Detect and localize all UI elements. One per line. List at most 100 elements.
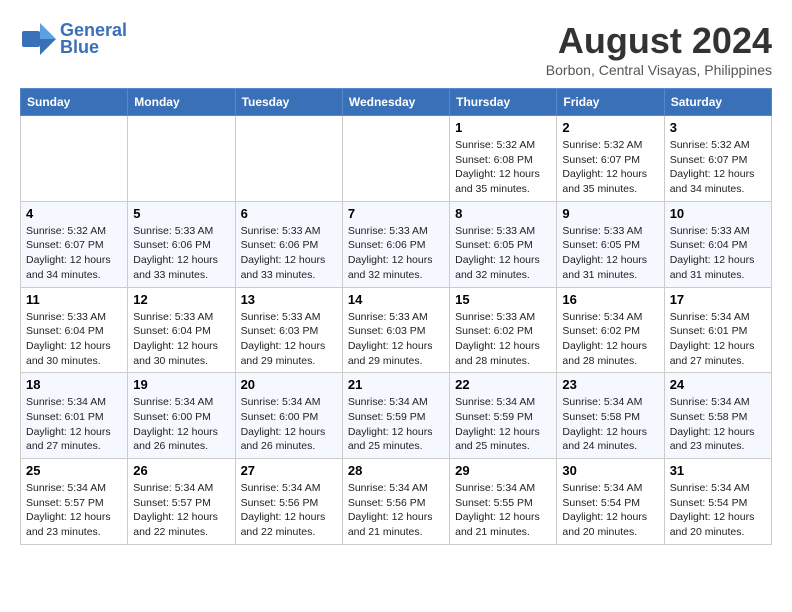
day-number: 4 [26, 206, 122, 221]
day-info: Sunrise: 5:34 AM Sunset: 6:02 PM Dayligh… [562, 310, 658, 369]
weekday-header: Saturday [664, 89, 771, 116]
day-info: Sunrise: 5:34 AM Sunset: 5:54 PM Dayligh… [670, 481, 766, 540]
day-number: 22 [455, 377, 551, 392]
day-info: Sunrise: 5:32 AM Sunset: 6:07 PM Dayligh… [26, 224, 122, 283]
day-info: Sunrise: 5:33 AM Sunset: 6:06 PM Dayligh… [133, 224, 229, 283]
day-number: 16 [562, 292, 658, 307]
day-info: Sunrise: 5:34 AM Sunset: 6:00 PM Dayligh… [241, 395, 337, 454]
day-info: Sunrise: 5:34 AM Sunset: 5:59 PM Dayligh… [348, 395, 444, 454]
day-number: 24 [670, 377, 766, 392]
day-number: 30 [562, 463, 658, 478]
day-number: 7 [348, 206, 444, 221]
day-info: Sunrise: 5:33 AM Sunset: 6:06 PM Dayligh… [348, 224, 444, 283]
day-number: 9 [562, 206, 658, 221]
day-number: 29 [455, 463, 551, 478]
day-info: Sunrise: 5:34 AM Sunset: 5:56 PM Dayligh… [241, 481, 337, 540]
day-info: Sunrise: 5:33 AM Sunset: 6:05 PM Dayligh… [455, 224, 551, 283]
page-header: General Blue August 2024 Borbon, Central… [20, 20, 772, 78]
day-number: 5 [133, 206, 229, 221]
day-number: 13 [241, 292, 337, 307]
day-number: 3 [670, 120, 766, 135]
calendar-week-row: 4 Sunrise: 5:32 AM Sunset: 6:07 PM Daylig… [21, 201, 772, 287]
day-number: 27 [241, 463, 337, 478]
day-info: Sunrise: 5:33 AM Sunset: 6:04 PM Dayligh… [26, 310, 122, 369]
day-number: 12 [133, 292, 229, 307]
calendar-cell: 12Sunrise: 5:33 AM Sunset: 6:04 PM Dayli… [128, 287, 235, 373]
day-number: 11 [26, 292, 122, 307]
calendar-cell: 10Sunrise: 5:33 AM Sunset: 6:04 PM Dayli… [664, 201, 771, 287]
day-info: Sunrise: 5:34 AM Sunset: 5:58 PM Dayligh… [562, 395, 658, 454]
calendar-cell: 14 Sunrise: 5:33 AM Sunset: 6:03 PM Dayli… [342, 287, 449, 373]
calendar-cell: 6Sunrise: 5:33 AM Sunset: 6:06 PM Daylig… [235, 201, 342, 287]
day-number: 17 [670, 292, 766, 307]
day-info: Sunrise: 5:34 AM Sunset: 5:57 PM Dayligh… [26, 481, 122, 540]
day-info: Sunrise: 5:33 AM Sunset: 6:02 PM Dayligh… [455, 310, 551, 369]
calendar-cell: 18Sunrise: 5:34 AM Sunset: 6:01 PM Dayli… [21, 373, 128, 459]
day-number: 31 [670, 463, 766, 478]
calendar-cell: 15Sunrise: 5:33 AM Sunset: 6:02 PM Dayli… [450, 287, 557, 373]
day-number: 18 [26, 377, 122, 392]
calendar-cell: 19 Sunrise: 5:34 AM Sunset: 6:00 PM Dayli… [128, 373, 235, 459]
calendar-cell: 27 Sunrise: 5:34 AM Sunset: 5:56 PM Dayli… [235, 459, 342, 545]
day-info: Sunrise: 5:34 AM Sunset: 5:57 PM Dayligh… [133, 481, 229, 540]
calendar-week-row: 18Sunrise: 5:34 AM Sunset: 6:01 PM Dayli… [21, 373, 772, 459]
day-info: Sunrise: 5:33 AM Sunset: 6:06 PM Dayligh… [241, 224, 337, 283]
calendar-week-row: 11 Sunrise: 5:33 AM Sunset: 6:04 PM Dayli… [21, 287, 772, 373]
day-info: Sunrise: 5:34 AM Sunset: 5:54 PM Dayligh… [562, 481, 658, 540]
logo-icon [20, 21, 56, 57]
weekday-header: Friday [557, 89, 664, 116]
month-year-title: August 2024 [546, 20, 772, 62]
calendar-cell: 8 Sunrise: 5:33 AM Sunset: 6:05 PM Daylig… [450, 201, 557, 287]
calendar-cell: 9 Sunrise: 5:33 AM Sunset: 6:05 PM Daylig… [557, 201, 664, 287]
day-info: Sunrise: 5:34 AM Sunset: 5:55 PM Dayligh… [455, 481, 551, 540]
calendar-cell: 25Sunrise: 5:34 AM Sunset: 5:57 PM Dayli… [21, 459, 128, 545]
weekday-header: Tuesday [235, 89, 342, 116]
calendar-cell: 5 Sunrise: 5:33 AM Sunset: 6:06 PM Daylig… [128, 201, 235, 287]
day-info: Sunrise: 5:33 AM Sunset: 6:03 PM Dayligh… [348, 310, 444, 369]
day-number: 19 [133, 377, 229, 392]
calendar-cell: 3 Sunrise: 5:32 AM Sunset: 6:07 PM Daylig… [664, 116, 771, 202]
calendar-cell: 16 Sunrise: 5:34 AM Sunset: 6:02 PM Dayli… [557, 287, 664, 373]
day-info: Sunrise: 5:32 AM Sunset: 6:07 PM Dayligh… [562, 138, 658, 197]
calendar-cell: 28Sunrise: 5:34 AM Sunset: 5:56 PM Dayli… [342, 459, 449, 545]
calendar-week-row: 1 Sunrise: 5:32 AM Sunset: 6:08 PM Daylig… [21, 116, 772, 202]
calendar-week-row: 25Sunrise: 5:34 AM Sunset: 5:57 PM Dayli… [21, 459, 772, 545]
calendar-cell: 13 Sunrise: 5:33 AM Sunset: 6:03 PM Dayli… [235, 287, 342, 373]
location-subtitle: Borbon, Central Visayas, Philippines [546, 62, 772, 78]
day-info: Sunrise: 5:33 AM Sunset: 6:03 PM Dayligh… [241, 310, 337, 369]
calendar-cell: 30 Sunrise: 5:34 AM Sunset: 5:54 PM Dayli… [557, 459, 664, 545]
day-number: 23 [562, 377, 658, 392]
day-number: 21 [348, 377, 444, 392]
calendar-cell: 26Sunrise: 5:34 AM Sunset: 5:57 PM Dayli… [128, 459, 235, 545]
calendar-cell: 7 Sunrise: 5:33 AM Sunset: 6:06 PM Daylig… [342, 201, 449, 287]
calendar-cell: 2 Sunrise: 5:32 AM Sunset: 6:07 PM Daylig… [557, 116, 664, 202]
day-info: Sunrise: 5:34 AM Sunset: 6:00 PM Dayligh… [133, 395, 229, 454]
calendar-cell: 22 Sunrise: 5:34 AM Sunset: 5:59 PM Dayli… [450, 373, 557, 459]
day-info: Sunrise: 5:32 AM Sunset: 6:08 PM Dayligh… [455, 138, 551, 197]
day-info: Sunrise: 5:34 AM Sunset: 6:01 PM Dayligh… [670, 310, 766, 369]
calendar-cell [128, 116, 235, 202]
day-info: Sunrise: 5:34 AM Sunset: 5:56 PM Dayligh… [348, 481, 444, 540]
calendar-cell: 11 Sunrise: 5:33 AM Sunset: 6:04 PM Dayli… [21, 287, 128, 373]
calendar-cell: 31 Sunrise: 5:34 AM Sunset: 5:54 PM Dayli… [664, 459, 771, 545]
logo: General Blue [20, 20, 127, 58]
day-info: Sunrise: 5:32 AM Sunset: 6:07 PM Dayligh… [670, 138, 766, 197]
calendar-cell [342, 116, 449, 202]
calendar-cell: 4 Sunrise: 5:32 AM Sunset: 6:07 PM Daylig… [21, 201, 128, 287]
day-info: Sunrise: 5:34 AM Sunset: 5:59 PM Dayligh… [455, 395, 551, 454]
calendar-cell: 17 Sunrise: 5:34 AM Sunset: 6:01 PM Dayli… [664, 287, 771, 373]
day-number: 8 [455, 206, 551, 221]
calendar-header-row: SundayMondayTuesdayWednesdayThursdayFrid… [21, 89, 772, 116]
weekday-header: Sunday [21, 89, 128, 116]
day-info: Sunrise: 5:33 AM Sunset: 6:05 PM Dayligh… [562, 224, 658, 283]
calendar-cell: 24 Sunrise: 5:34 AM Sunset: 5:58 PM Dayli… [664, 373, 771, 459]
day-number: 1 [455, 120, 551, 135]
title-area: August 2024 Borbon, Central Visayas, Phi… [546, 20, 772, 78]
weekday-header: Wednesday [342, 89, 449, 116]
calendar-cell: 23 Sunrise: 5:34 AM Sunset: 5:58 PM Dayli… [557, 373, 664, 459]
calendar-cell [235, 116, 342, 202]
day-number: 20 [241, 377, 337, 392]
day-info: Sunrise: 5:34 AM Sunset: 5:58 PM Dayligh… [670, 395, 766, 454]
day-number: 2 [562, 120, 658, 135]
day-number: 14 [348, 292, 444, 307]
